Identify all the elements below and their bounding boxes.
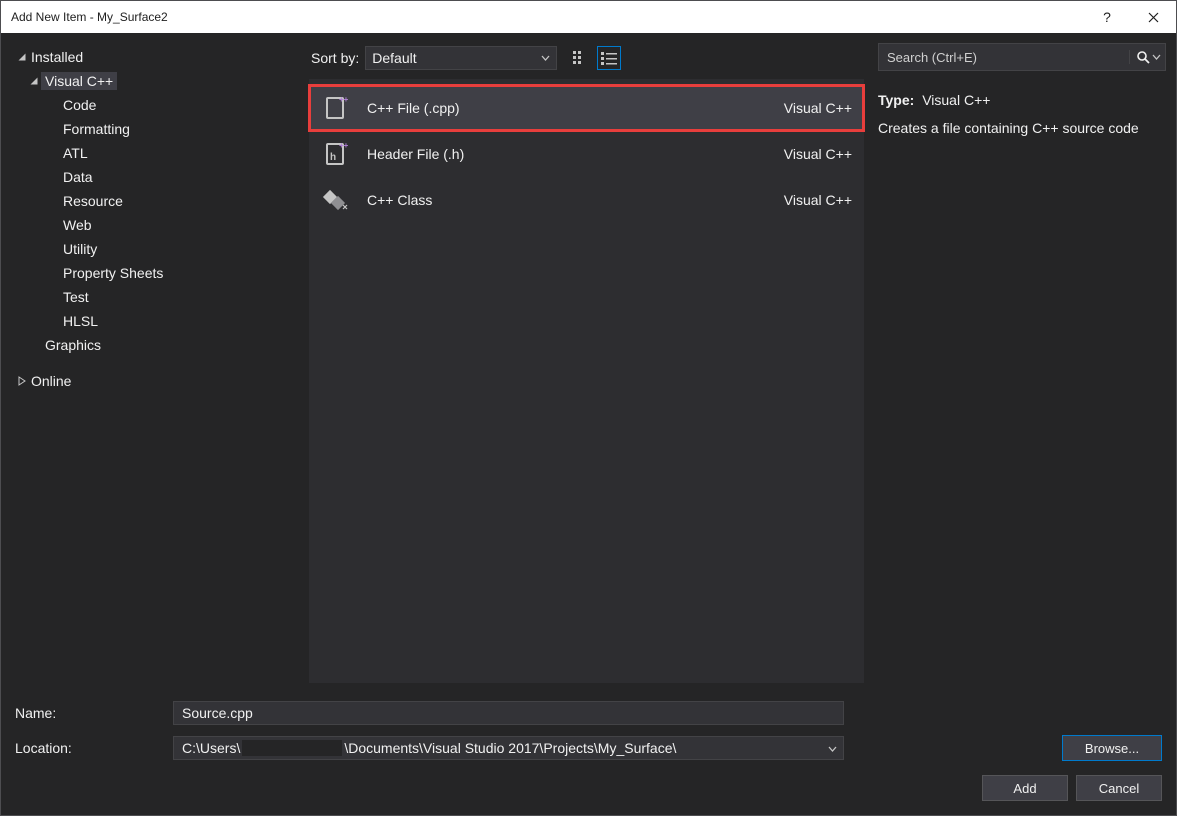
tree-label: Resource [61,193,123,209]
client-area: Installed Visual C++ Code Formatting ATL… [1,33,1176,815]
expand-icon [27,76,41,86]
close-icon [1148,12,1159,23]
tree-node-test[interactable]: Test [11,285,309,309]
tree-label: Formatting [61,121,130,137]
add-button[interactable]: Add [982,775,1068,801]
dialog-window: Add New Item - My_Surface2 ? Installed [0,0,1177,816]
template-row-header-file[interactable]: h ++ Header File (.h) Visual C++ [309,131,864,177]
svg-text:h: h [330,152,336,163]
details-pane: Search (Ctrl+E) Type: Visual C++ Cr [864,33,1176,693]
tree-label: Code [61,97,96,113]
tree-label: ATL [61,145,88,161]
tree-label: Data [61,169,93,185]
cpp-class-icon [319,183,353,217]
expand-icon [15,376,29,386]
tree-label: HLSL [61,313,98,329]
upper-area: Installed Visual C++ Code Formatting ATL… [1,33,1176,693]
template-info: Type: Visual C++ Creates a file containi… [878,89,1166,140]
tree-label: Web [61,217,92,233]
chevron-down-icon [541,50,550,66]
template-name: C++ Class [367,192,784,208]
tree-node-online[interactable]: Online [11,369,309,393]
template-tree: Installed Visual C++ Code Formatting ATL… [1,33,309,693]
expand-icon [15,52,29,62]
sort-by-value: Default [372,50,416,66]
template-category: Visual C++ [784,146,852,162]
cpp-file-icon: ++ [319,91,353,125]
tree-node-utility[interactable]: Utility [11,237,309,261]
tree-label: Utility [61,241,97,257]
tree-node-web[interactable]: Web [11,213,309,237]
tree-node-installed[interactable]: Installed [11,45,309,69]
template-row-cpp-class[interactable]: C++ Class Visual C++ [309,177,864,223]
cancel-button[interactable]: Cancel [1076,775,1162,801]
name-label: Name: [15,705,165,721]
name-value: Source.cpp [182,705,253,721]
info-type-label: Type: [878,92,914,108]
template-name: Header File (.h) [367,146,784,162]
info-description: Creates a file containing C++ source cod… [878,117,1166,139]
sort-by-label: Sort by: [311,50,359,66]
tree-node-formatting[interactable]: Formatting [11,117,309,141]
location-redacted [242,740,342,756]
tree-label: Installed [29,49,83,65]
browse-button[interactable]: Browse... [1062,735,1162,761]
sort-by-combo[interactable]: Default [365,46,557,70]
tree-node-resource[interactable]: Resource [11,189,309,213]
search-input[interactable]: Search (Ctrl+E) [878,43,1166,71]
template-category: Visual C++ [784,100,852,116]
tree-node-graphics[interactable]: Graphics [11,333,309,357]
info-type-value: Visual C++ [922,92,990,108]
template-row-cpp-file[interactable]: ++ C++ File (.cpp) Visual C++ [309,85,864,131]
template-toolbar: Sort by: Default [309,43,864,79]
tree-node-data[interactable]: Data [11,165,309,189]
location-prefix: C:\Users\ [182,740,240,756]
tree-label: Online [29,373,71,389]
tree-node-hlsl[interactable]: HLSL [11,309,309,333]
search-icon [1136,50,1150,64]
tree-node-code[interactable]: Code [11,93,309,117]
svg-text:++: ++ [339,95,349,104]
template-category: Visual C++ [784,192,852,208]
close-button[interactable] [1130,1,1176,33]
tree-node-property-sheets[interactable]: Property Sheets [11,261,309,285]
view-list-button[interactable] [597,46,621,70]
list-icon [601,51,617,65]
location-input[interactable]: C:\Users\ \Documents\Visual Studio 2017\… [173,736,844,760]
tree-node-atl[interactable]: ATL [11,141,309,165]
tree-label: Property Sheets [61,265,163,281]
add-label: Add [1013,781,1036,796]
header-file-icon: h ++ [319,137,353,171]
tree-node-visualcpp[interactable]: Visual C++ [11,69,309,93]
cancel-label: Cancel [1099,781,1139,796]
search-placeholder: Search (Ctrl+E) [887,50,977,65]
window-title: Add New Item - My_Surface2 [11,10,1084,24]
view-small-icons-button[interactable] [569,46,593,70]
help-button[interactable]: ? [1084,1,1130,33]
template-list-pane: Sort by: Default [309,43,864,683]
svg-text:++: ++ [339,141,349,150]
tree-label: Visual C++ [41,72,117,90]
grid-icon [573,51,589,65]
name-input[interactable]: Source.cpp [173,701,844,725]
template-name: C++ File (.cpp) [367,100,784,116]
location-label: Location: [15,740,165,756]
template-list: ++ C++ File (.cpp) Visual C++ h ++ [309,79,864,683]
tree-label: Test [61,289,89,305]
form-area: Name: Source.cpp Location: C:\Users\ \Do… [1,693,1176,815]
chevron-down-icon [1152,53,1161,62]
chevron-down-icon [828,741,837,757]
titlebar: Add New Item - My_Surface2 ? [1,1,1176,33]
browse-label: Browse... [1085,741,1139,756]
tree-label: Graphics [43,337,101,353]
location-suffix: \Documents\Visual Studio 2017\Projects\M… [344,740,676,756]
